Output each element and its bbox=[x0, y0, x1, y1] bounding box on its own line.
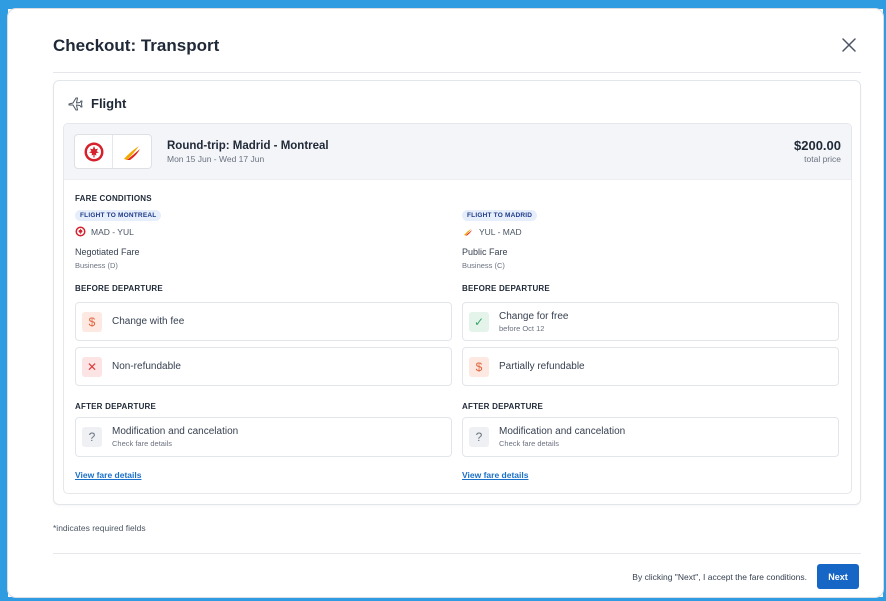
before-departure-label: BEFORE DEPARTURE bbox=[75, 284, 163, 293]
leg-route-text: MAD - YUL bbox=[91, 226, 134, 237]
condition-text: Modification and cancelation bbox=[112, 426, 239, 437]
flight-card-header: Flight bbox=[67, 95, 126, 111]
window-edge-top bbox=[0, 0, 886, 9]
leg-column-outbound: FLIGHT TO MONTREAL MAD - YUL Negotiated … bbox=[64, 124, 458, 493]
modal-header: Checkout: Transport bbox=[53, 19, 861, 73]
dollar-icon: $ bbox=[82, 311, 102, 332]
iberia-logo bbox=[464, 228, 472, 236]
leg-route: YUL - MAD bbox=[462, 226, 522, 237]
check-icon: ✓ bbox=[469, 311, 489, 332]
question-icon: ? bbox=[469, 427, 489, 447]
required-fields-note: *indicates required fields bbox=[53, 523, 146, 533]
x-icon: ✕ bbox=[82, 356, 102, 377]
flight-details: Round-trip: Madrid - Montreal Mon 15 Jun… bbox=[63, 123, 852, 494]
view-fare-details-link[interactable]: View fare details bbox=[75, 470, 141, 480]
fare-name: Public Fare bbox=[462, 247, 508, 257]
question-icon: ? bbox=[82, 427, 102, 447]
close-button[interactable] bbox=[837, 33, 861, 57]
plane-icon bbox=[68, 97, 83, 111]
condition-refund: $ Partially refundable bbox=[462, 347, 839, 386]
flight-section-title: Flight bbox=[91, 95, 127, 111]
condition-text: Change for free bbox=[499, 310, 569, 322]
window-edge-bottom bbox=[0, 597, 886, 601]
after-departure-label: AFTER DEPARTURE bbox=[75, 402, 157, 411]
view-fare-details-link[interactable]: View fare details bbox=[462, 470, 528, 480]
checkout-modal: Checkout: Transport Flight Round-trip: M… bbox=[8, 9, 883, 597]
condition-text: Non-refundable bbox=[112, 361, 181, 372]
app-frame: Checkout: Transport Flight Round-trip: M… bbox=[0, 0, 886, 601]
after-departure-label: AFTER DEPARTURE bbox=[462, 402, 544, 411]
leg-route: MAD - YUL bbox=[75, 226, 134, 237]
modal-title: Checkout: Transport bbox=[53, 36, 220, 55]
accept-conditions-text: By clicking "Next", I accept the fare co… bbox=[632, 572, 807, 582]
condition-refund: ✕ Non-refundable bbox=[75, 347, 452, 386]
condition-after: ? Modification and cancelation Check far… bbox=[462, 417, 839, 457]
condition-text: Change with fee bbox=[112, 316, 185, 327]
condition-subtext: before Oct 12 bbox=[499, 323, 545, 333]
fare-class: Business (C) bbox=[462, 261, 505, 270]
condition-after: ? Modification and cancelation Check far… bbox=[75, 417, 452, 457]
condition-change: $ Change with fee bbox=[75, 302, 452, 341]
condition-subtext: Check fare details bbox=[499, 439, 560, 448]
condition-change: ✓ Change for free before Oct 12 bbox=[462, 302, 839, 341]
air-canada-logo bbox=[75, 226, 86, 237]
next-button[interactable]: Next bbox=[817, 564, 859, 589]
dollar-icon: $ bbox=[469, 356, 489, 377]
window-edge-left bbox=[0, 0, 8, 601]
condition-text: Partially refundable bbox=[499, 361, 585, 372]
fare-name: Negotiated Fare bbox=[75, 247, 140, 257]
close-icon bbox=[842, 38, 856, 52]
before-departure-label: BEFORE DEPARTURE bbox=[462, 284, 550, 293]
leg-column-return: FLIGHT TO MADRID YUL - MAD Public Fare B… bbox=[458, 124, 851, 493]
fare-class: Business (D) bbox=[75, 261, 118, 270]
footer-divider bbox=[53, 553, 861, 554]
leg-badge: FLIGHT TO MONTREAL bbox=[75, 210, 162, 221]
leg-badge: FLIGHT TO MADRID bbox=[462, 210, 538, 221]
condition-subtext: Check fare details bbox=[112, 439, 173, 448]
condition-text: Modification and cancelation bbox=[499, 426, 626, 437]
leg-route-text: YUL - MAD bbox=[479, 226, 522, 237]
flight-card: Flight Round-trip: Madrid - Montreal Mon… bbox=[53, 80, 861, 505]
